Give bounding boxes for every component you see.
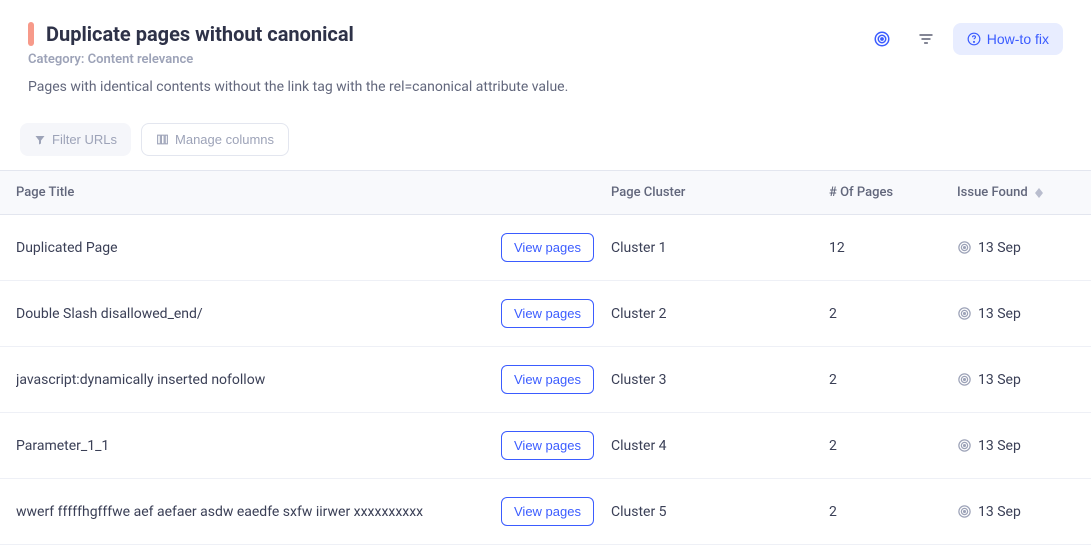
view-pages-button[interactable]: View pages [501, 233, 594, 262]
issue-date: 13 Sep [978, 240, 1021, 256]
table-row: Double Slash disallowed_end/View pages Cl… [0, 281, 1091, 347]
cell-num-pages: 2 [829, 306, 957, 322]
cell-num-pages: 2 [829, 438, 957, 454]
cell-num-pages: 12 [829, 240, 957, 256]
cell-actions: View pages [501, 431, 611, 460]
table-row: Parameter_1_1View pages Cluster 42 13 Sep [0, 413, 1091, 479]
columns-icon [156, 133, 169, 146]
cell-page-title: Duplicated Page [16, 240, 501, 256]
cell-page-cluster: Cluster 2 [611, 306, 829, 322]
cell-num-pages: 2 [829, 372, 957, 388]
issue-date: 13 Sep [978, 306, 1021, 322]
target-icon [957, 240, 972, 255]
howto-fix-button[interactable]: How-to fix [953, 23, 1063, 55]
cell-page-title: javascript:dynamically inserted nofollow [16, 372, 501, 388]
col-header-issue-found[interactable]: Issue Found [957, 185, 1075, 200]
target-icon [957, 372, 972, 387]
target-icon [957, 438, 972, 453]
header-left: Duplicate pages without canonical Catego… [28, 22, 865, 111]
category-label: Category: Content relevance [28, 52, 865, 67]
filter-label: Filter URLs [52, 132, 117, 147]
sort-arrows-icon [1035, 188, 1043, 198]
cell-page-cluster: Cluster 3 [611, 372, 829, 388]
page-container: Duplicate pages without canonical Catego… [0, 0, 1091, 545]
view-pages-button[interactable]: View pages [501, 497, 594, 526]
cell-issue-found: 13 Sep [957, 504, 1075, 520]
cell-page-title: Parameter_1_1 [16, 438, 501, 454]
cell-page-title: wwerf fffffhgfffwe aef aefaer asdw eaedf… [16, 504, 501, 520]
issue-date: 13 Sep [978, 438, 1021, 454]
table-header-row: Page Title Page Cluster # Of Pages Issue… [0, 171, 1091, 215]
toolbar: Filter URLs Manage columns [0, 123, 1091, 170]
data-table: Page Title Page Cluster # Of Pages Issue… [0, 170, 1091, 545]
cell-issue-found: 13 Sep [957, 240, 1075, 256]
cell-num-pages: 2 [829, 504, 957, 520]
view-pages-button[interactable]: View pages [501, 365, 594, 394]
cell-issue-found: 13 Sep [957, 438, 1075, 454]
cell-page-cluster: Cluster 1 [611, 240, 829, 256]
cell-actions: View pages [501, 299, 611, 328]
col-header-page-title[interactable]: Page Title [16, 185, 501, 200]
view-pages-button[interactable]: View pages [501, 299, 594, 328]
title-row: Duplicate pages without canonical [28, 22, 865, 46]
table-body: Duplicated PageView pagesCluster 11213 S… [0, 215, 1091, 545]
page-title: Duplicate pages without canonical [46, 22, 354, 46]
target-icon [957, 504, 972, 519]
filter-icon [34, 134, 46, 146]
issue-description: Pages with identical contents without th… [28, 79, 865, 95]
target-icon-button[interactable] [865, 22, 899, 56]
issue-date: 13 Sep [978, 372, 1021, 388]
target-icon [957, 306, 972, 321]
target-icon [873, 30, 891, 48]
col-header-num-pages[interactable]: # Of Pages [829, 185, 957, 200]
table-row: javascript:dynamically inserted nofollow… [0, 347, 1091, 413]
col-header-page-cluster[interactable]: Page Cluster [611, 185, 829, 200]
col-header-actions [501, 185, 611, 200]
header-actions: How-to fix [865, 22, 1063, 56]
issue-date: 13 Sep [978, 504, 1021, 520]
severity-indicator [28, 22, 34, 46]
howto-label: How-to fix [987, 31, 1049, 47]
columns-label: Manage columns [175, 132, 274, 147]
question-icon [967, 32, 981, 46]
filter-urls-button[interactable]: Filter URLs [20, 123, 131, 156]
view-pages-button[interactable]: View pages [501, 431, 594, 460]
cell-issue-found: 13 Sep [957, 306, 1075, 322]
issue-found-label: Issue Found [957, 185, 1028, 200]
sort-icon-button[interactable] [909, 22, 943, 56]
table-row: wwerf fffffhgfffwe aef aefaer asdw eaedf… [0, 479, 1091, 545]
cell-page-title: Double Slash disallowed_end/ [16, 306, 501, 322]
page-header: Duplicate pages without canonical Catego… [0, 0, 1091, 123]
sort-icon [918, 31, 934, 47]
cell-issue-found: 13 Sep [957, 372, 1075, 388]
cell-actions: View pages [501, 233, 611, 262]
cell-page-cluster: Cluster 4 [611, 438, 829, 454]
cell-actions: View pages [501, 497, 611, 526]
table-row: Duplicated PageView pages Cluster 112 13 S… [0, 215, 1091, 281]
cell-actions: View pages [501, 365, 611, 394]
cell-page-cluster: Cluster 5 [611, 504, 829, 520]
manage-columns-button[interactable]: Manage columns [141, 123, 289, 156]
